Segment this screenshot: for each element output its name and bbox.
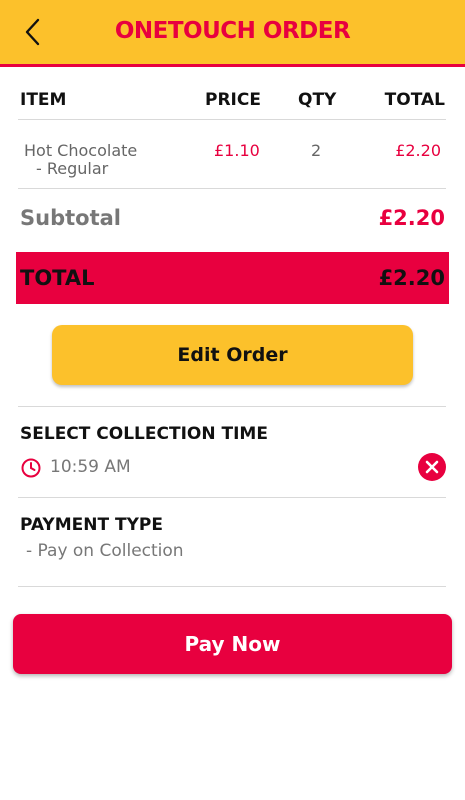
total-value: £2.20 xyxy=(378,266,445,290)
item-variant: - Regular xyxy=(36,159,109,178)
item-price: £1.10 xyxy=(214,141,260,160)
collection-time-field[interactable]: 10:59 AM xyxy=(20,453,446,481)
column-header-total: TOTAL xyxy=(384,90,445,110)
total-label: TOTAL xyxy=(20,266,95,290)
app-header: ONETOUCH ORDER xyxy=(0,0,465,67)
clear-icon xyxy=(418,453,446,481)
collection-time-title: SELECT COLLECTION TIME xyxy=(20,424,268,444)
payment-type-value[interactable]: - Pay on Collection xyxy=(26,541,184,561)
pay-now-button[interactable]: Pay Now xyxy=(13,614,452,674)
divider xyxy=(18,406,446,407)
column-header-qty: QTY xyxy=(298,90,337,110)
divider xyxy=(18,119,446,120)
column-header-item: ITEM xyxy=(20,90,67,110)
divider xyxy=(18,188,446,189)
total-bar: TOTAL £2.20 xyxy=(16,252,449,304)
clock-icon xyxy=(21,458,41,478)
clear-time-button[interactable] xyxy=(418,453,446,481)
column-header-price: PRICE xyxy=(205,90,261,110)
subtotal-value: £2.20 xyxy=(378,206,445,230)
payment-type-title: PAYMENT TYPE xyxy=(20,515,163,535)
collection-time-value: 10:59 AM xyxy=(50,457,131,477)
item-name: Hot Chocolate xyxy=(24,141,138,160)
edit-order-button[interactable]: Edit Order xyxy=(52,325,413,385)
item-qty: 2 xyxy=(311,141,322,160)
divider xyxy=(18,497,446,498)
subtotal-label: Subtotal xyxy=(20,206,121,230)
item-total: £2.20 xyxy=(395,141,441,160)
page-title: ONETOUCH ORDER xyxy=(114,18,351,44)
divider xyxy=(18,586,446,587)
